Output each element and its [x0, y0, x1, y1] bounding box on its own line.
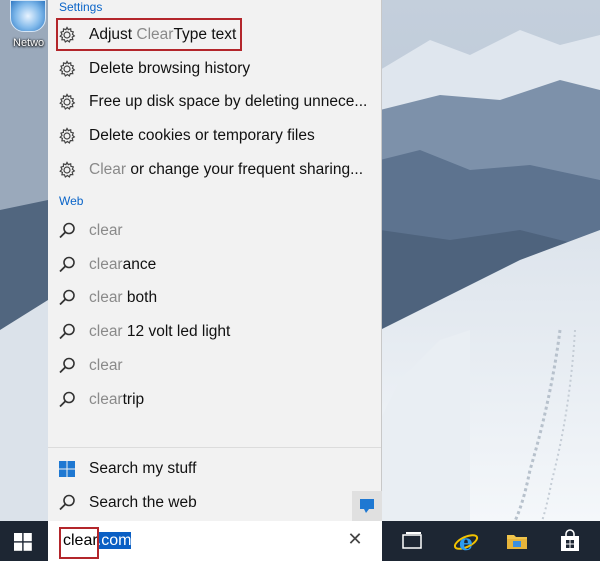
web-result-item[interactable]: cleartrip	[48, 385, 381, 415]
file-explorer-button[interactable]	[493, 521, 541, 561]
result-text: Free up disk space by deleting unnece...	[89, 93, 368, 111]
query-match-text: clear	[89, 390, 123, 408]
search-my-stuff-label: Search my stuff	[89, 460, 197, 477]
search-autocomplete-selection: .com	[96, 532, 132, 549]
web-result-item[interactable]: clear both	[48, 283, 381, 313]
web-group-title: Web	[59, 194, 84, 208]
gear-icon	[57, 160, 77, 180]
task-view-icon	[402, 532, 422, 549]
settings-result-label: Clear or change your frequent sharing...	[89, 161, 363, 179]
search-my-stuff-button[interactable]: Search my stuff	[48, 454, 381, 484]
search-icon	[57, 322, 77, 342]
search-icon	[57, 390, 77, 410]
settings-result-item[interactable]: Delete browsing history	[48, 54, 381, 84]
store-icon	[561, 529, 579, 551]
search-icon	[57, 356, 77, 376]
settings-result-label: Free up disk space by deleting unnece...	[89, 93, 367, 111]
search-icon	[57, 255, 77, 275]
query-match-text: clear	[89, 255, 123, 273]
web-result-item[interactable]: clear 12 volt led light	[48, 317, 381, 347]
search-results-panel: Settings Adjust ClearType text Delete bro…	[48, 0, 382, 521]
file-explorer-icon	[507, 535, 527, 549]
query-match-text: clear	[89, 323, 123, 341]
annotation-highlight-box	[59, 527, 99, 559]
result-text: both	[122, 289, 158, 307]
search-icon	[57, 493, 77, 513]
windows-logo-icon	[14, 533, 32, 551]
store-button[interactable]	[546, 521, 594, 561]
search-the-web-button[interactable]: Search the web	[48, 488, 381, 518]
windows-logo-icon	[57, 459, 77, 479]
divider	[48, 447, 381, 448]
result-text: Delete cookies or temporary files	[89, 127, 315, 145]
search-input[interactable]: clear.com ✕	[48, 521, 382, 561]
settings-result-item[interactable]: Free up disk space by deleting unnece...	[48, 87, 381, 117]
settings-result-label: Delete browsing history	[89, 60, 250, 78]
desktop-network-icon[interactable]: Netwo	[6, 0, 50, 52]
web-result-label: cleartrip	[89, 391, 144, 409]
query-match-text: clear	[89, 356, 123, 374]
query-match-text: Clear	[89, 160, 127, 178]
result-text: ance	[122, 255, 157, 273]
feedback-icon	[360, 499, 374, 513]
result-text: Delete browsing history	[89, 59, 251, 77]
desktop-icon-label: Netwo	[13, 37, 45, 49]
settings-group-title: Settings	[59, 0, 103, 14]
internet-explorer-icon: e	[453, 530, 479, 555]
web-result-label: clear	[89, 222, 123, 240]
task-view-button[interactable]	[388, 521, 436, 561]
internet-explorer-button[interactable]: e	[441, 521, 489, 561]
svg-text:e: e	[459, 530, 473, 555]
gear-icon	[57, 59, 77, 79]
web-result-label: clearance	[89, 256, 156, 274]
web-result-item[interactable]: clearance	[48, 250, 381, 280]
result-text: trip	[122, 390, 145, 408]
feedback-button[interactable]	[352, 491, 382, 521]
start-button[interactable]	[0, 521, 48, 561]
gear-icon	[57, 92, 77, 112]
query-match-text: clear	[89, 289, 123, 307]
search-the-web-label: Search the web	[89, 494, 197, 511]
search-icon	[57, 221, 77, 241]
search-icon	[57, 288, 77, 308]
result-text: 12 volt led light	[122, 323, 231, 341]
settings-result-label: Delete cookies or temporary files	[89, 127, 315, 145]
taskbar: clear.com ✕ e	[0, 521, 600, 561]
settings-result-item[interactable]: Clear or change your frequent sharing...	[48, 155, 381, 185]
web-result-item[interactable]: clear	[48, 216, 381, 246]
web-result-label: clear	[89, 357, 123, 375]
settings-result-item[interactable]: Delete cookies or temporary files	[48, 121, 381, 151]
annotation-highlight-box	[56, 18, 242, 51]
web-result-item[interactable]: clear	[48, 351, 381, 381]
query-match-text: clear	[89, 222, 123, 239]
network-icon	[10, 0, 46, 32]
result-text: or change your frequent sharing...	[126, 160, 363, 178]
web-result-label: clear both	[89, 289, 157, 307]
clear-search-icon[interactable]: ✕	[345, 530, 365, 550]
web-result-label: clear 12 volt led light	[89, 323, 230, 341]
gear-icon	[57, 126, 77, 146]
